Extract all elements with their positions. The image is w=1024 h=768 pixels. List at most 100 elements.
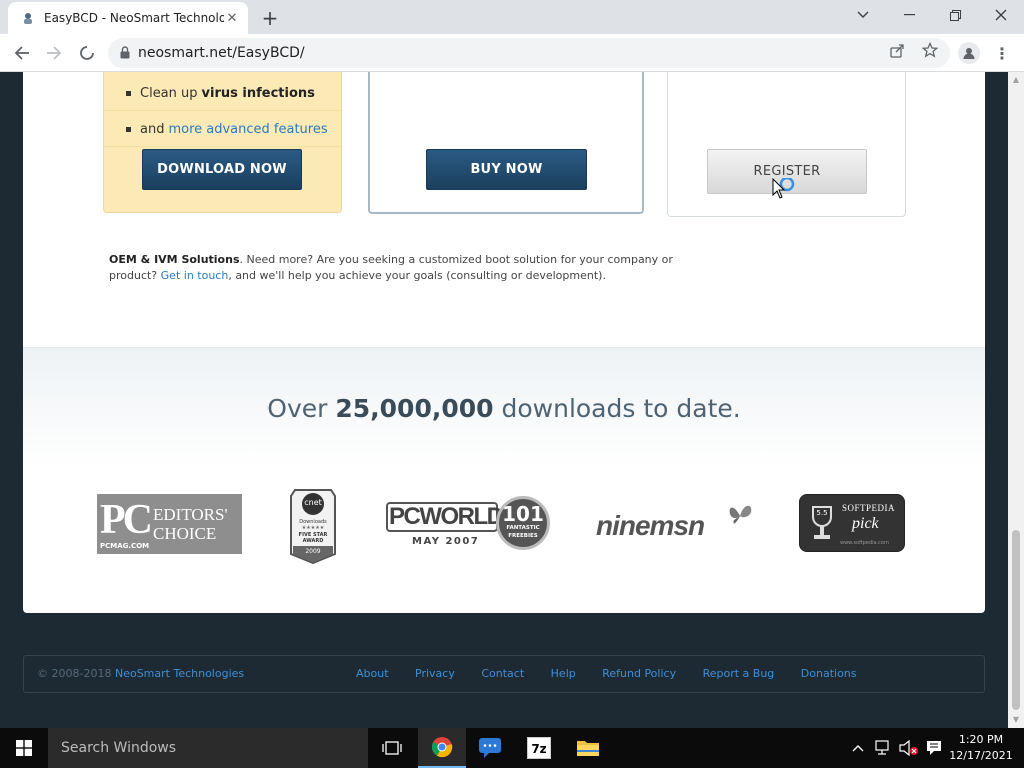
task-view-icon[interactable] bbox=[368, 728, 416, 768]
back-icon[interactable] bbox=[9, 40, 35, 66]
home-edition-column: BUY NOW bbox=[368, 72, 644, 214]
cnet-stars: ★★★★★ bbox=[301, 525, 325, 531]
mouse-cursor-icon bbox=[772, 176, 796, 208]
free-edition-column: Clean up virus infections and more advan… bbox=[103, 72, 342, 213]
network-icon[interactable] bbox=[872, 728, 896, 768]
browser-tab-bar: EasyBCD - NeoSmart Technolo ✕ + bbox=[0, 0, 1024, 34]
footer-link-help[interactable]: Help bbox=[551, 667, 576, 680]
cnet-line3: AWARD bbox=[302, 538, 324, 544]
browser-menu-icon[interactable]: ⋮ bbox=[992, 42, 1012, 64]
minimize-icon[interactable] bbox=[886, 0, 932, 30]
neosmart-link[interactable]: NeoSmart Technologies bbox=[115, 667, 244, 680]
pcworld-name: PCWORLD bbox=[389, 503, 504, 530]
pcmag-line2: CHOICE bbox=[153, 524, 217, 543]
svg-text:7z: 7z bbox=[531, 742, 546, 756]
feature-text: and bbox=[140, 122, 165, 137]
buy-now-button[interactable]: BUY NOW bbox=[426, 149, 587, 190]
pcmag-editors-choice-logo: PC EDITORS' CHOICE PCMAG.COM bbox=[97, 494, 242, 554]
page-scrollbar[interactable]: ▲ ▼ bbox=[1008, 72, 1024, 728]
tab-close-icon[interactable]: ✕ bbox=[224, 10, 240, 26]
butterfly-icon bbox=[729, 505, 752, 524]
oem-text-end: , and we'll help you achieve your goals … bbox=[228, 269, 606, 282]
scroll-down-icon[interactable]: ▼ bbox=[1012, 716, 1020, 724]
divider bbox=[104, 146, 341, 147]
pcmag-big: PC bbox=[100, 497, 153, 543]
lock-icon bbox=[120, 44, 130, 63]
volume-muted-icon[interactable] bbox=[897, 728, 921, 768]
pcworld-date: MAY 2007 bbox=[412, 536, 480, 547]
easybcd-favicon-icon bbox=[20, 10, 36, 26]
content-card: Clean up virus infections and more advan… bbox=[23, 72, 985, 613]
profile-avatar-icon[interactable] bbox=[958, 42, 980, 64]
pcworld-sub1: FANTASTIC bbox=[506, 525, 540, 531]
chat-app-icon[interactable] bbox=[466, 728, 514, 768]
tab-search-icon[interactable] bbox=[840, 0, 886, 30]
pcmag-line1: EDITORS' bbox=[153, 505, 228, 524]
chrome-taskbar-icon[interactable] bbox=[418, 728, 466, 768]
pcworld-sub2: FREEBIES bbox=[508, 533, 538, 539]
address-bar[interactable]: neosmart.net/EasyBCD/ bbox=[108, 38, 950, 68]
windows-start-icon[interactable] bbox=[0, 728, 48, 768]
cnet-five-star-award-logo: cnet Downloads ★★★★★ FIVE STAR AWARD 200… bbox=[289, 486, 337, 564]
footer-link-privacy[interactable]: Privacy bbox=[415, 667, 455, 680]
7zip-icon[interactable]: 7z bbox=[515, 728, 563, 768]
search-placeholder: Search Windows bbox=[61, 740, 177, 756]
feature-item: and more advanced features bbox=[126, 122, 328, 137]
taskbar-search-box[interactable]: Search Windows bbox=[48, 728, 368, 768]
browser-tab[interactable]: EasyBCD - NeoSmart Technolo ✕ bbox=[8, 2, 248, 34]
scrollbar-thumb[interactable] bbox=[1012, 530, 1020, 710]
browser-toolbar: neosmart.net/EasyBCD/ ⋮ bbox=[0, 34, 1024, 72]
oem-title: OEM & IVM Solutions bbox=[109, 253, 240, 266]
softpedia-pick: pick bbox=[852, 515, 879, 532]
clock-time: 1:20 PM bbox=[958, 733, 1004, 746]
loading-spinner-icon[interactable] bbox=[74, 40, 100, 66]
scroll-up-icon[interactable]: ▲ bbox=[1012, 76, 1020, 84]
ninemsn-name: ninemsn bbox=[596, 510, 705, 541]
download-now-button[interactable]: DOWNLOAD NOW bbox=[142, 149, 302, 190]
copyright: © 2008-2018 NeoSmart Technologies bbox=[37, 667, 244, 680]
softpedia-badge: 5.5 bbox=[816, 509, 828, 517]
new-tab-icon[interactable]: + bbox=[258, 6, 282, 30]
tab-title: EasyBCD - NeoSmart Technolo bbox=[44, 11, 224, 25]
footer-link-contact[interactable]: Contact bbox=[481, 667, 524, 680]
downloads-suffix: downloads to date. bbox=[501, 394, 741, 423]
feature-highlight: virus infections bbox=[201, 86, 315, 101]
footer-link-donations[interactable]: Donations bbox=[801, 667, 857, 680]
awards-row: PC EDITORS' CHOICE PCMAG.COM cnet Downlo… bbox=[23, 486, 985, 566]
show-hidden-icons-icon[interactable] bbox=[848, 728, 868, 768]
feature-item: Clean up virus infections bbox=[126, 86, 315, 101]
page-footer: © 2008-2018 NeoSmart Technologies About … bbox=[23, 655, 985, 693]
share-icon[interactable] bbox=[888, 41, 906, 59]
cnet-text: cnet bbox=[304, 498, 322, 507]
restore-icon[interactable] bbox=[932, 0, 978, 30]
action-center-icon[interactable] bbox=[922, 728, 946, 768]
copyright-text: © 2008-2018 bbox=[37, 667, 112, 680]
softpedia-site: www.softpedia.com bbox=[840, 540, 889, 546]
footer-link-about[interactable]: About bbox=[356, 667, 389, 680]
file-explorer-icon[interactable] bbox=[564, 728, 612, 768]
forward-icon[interactable] bbox=[41, 40, 67, 66]
footer-link-refund-policy[interactable]: Refund Policy bbox=[602, 667, 676, 680]
footer-link-report-bug[interactable]: Report a Bug bbox=[703, 667, 775, 680]
windows-taskbar: Search Windows 7z 1:20 PM 12/17/2021 bbox=[0, 728, 1024, 768]
downloads-prefix: Over bbox=[267, 394, 328, 423]
cnet-year: 2009 bbox=[305, 548, 321, 555]
pcworld-num: 101 bbox=[502, 502, 544, 526]
divider bbox=[104, 110, 341, 111]
downloads-count-heading: Over 25,000,000 downloads to date. bbox=[23, 394, 985, 423]
more-features-link[interactable]: more advanced features bbox=[168, 122, 327, 137]
system-clock[interactable]: 1:20 PM 12/17/2021 bbox=[946, 732, 1016, 764]
feature-text: Clean up bbox=[140, 86, 198, 101]
footer-links: About Privacy Contact Help Refund Policy… bbox=[356, 667, 880, 680]
downloads-number: 25,000,000 bbox=[335, 394, 494, 423]
url-text: neosmart.net/EasyBCD/ bbox=[138, 45, 305, 61]
bullet-icon bbox=[126, 127, 131, 132]
pcworld-101-freebies-logo: PCWORLD MAY 2007 101 FANTASTIC FREEBIES bbox=[386, 496, 551, 552]
page-viewport: Clean up virus infections and more advan… bbox=[0, 72, 1008, 728]
bookmark-star-icon[interactable] bbox=[921, 41, 939, 59]
softpedia-pick-logo: 5.5 SOFTPEDIA pick www.softpedia.com bbox=[799, 494, 905, 552]
get-in-touch-link[interactable]: Get in touch bbox=[161, 269, 229, 282]
pcmag-sub: PCMAG.COM bbox=[100, 542, 150, 550]
close-window-icon[interactable] bbox=[978, 0, 1024, 30]
bullet-icon bbox=[126, 91, 131, 96]
